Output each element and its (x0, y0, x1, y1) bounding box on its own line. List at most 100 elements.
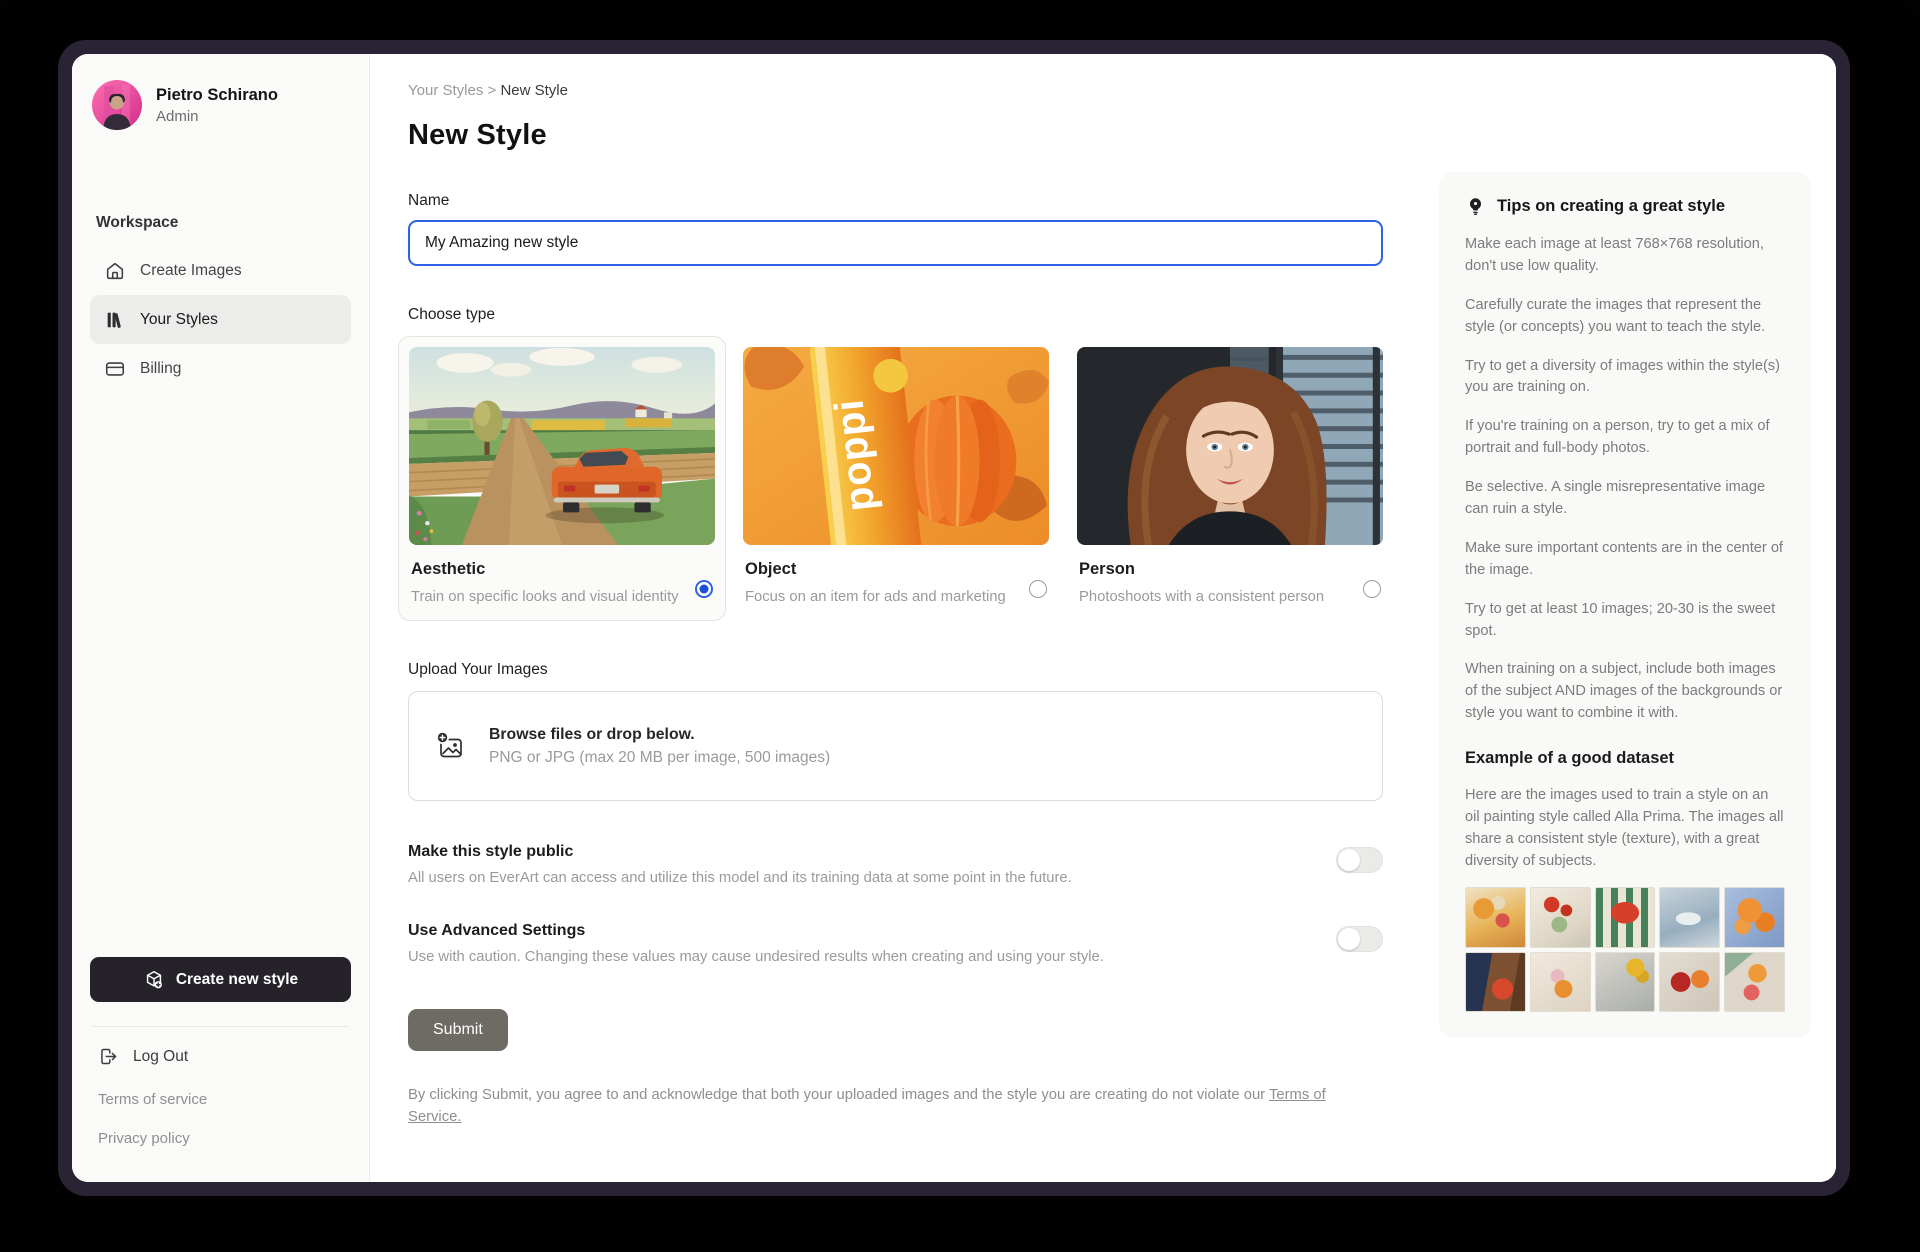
sidebar-spacer (90, 393, 351, 957)
nav-label: Billing (140, 360, 181, 378)
breadcrumb: Your Styles > New Style (408, 82, 1383, 99)
submit-button[interactable]: Submit (408, 1009, 508, 1051)
toggle-knob (1338, 849, 1360, 871)
user-profile[interactable]: Pietro Schirano Admin (90, 80, 351, 130)
example-dataset-text: Here are the images used to train a styl… (1465, 785, 1785, 873)
style-name-input[interactable] (408, 220, 1383, 266)
image-plus-icon (435, 730, 467, 762)
advanced-toggle-row: Use Advanced Settings Use with caution. … (408, 922, 1383, 965)
toggle-knob (1338, 928, 1360, 950)
tip-item: Make each image at least 768×768 resolut… (1465, 234, 1785, 278)
page-title: New Style (408, 119, 1383, 152)
sidebar-item-your-styles[interactable]: Your Styles (90, 295, 351, 344)
person-radio[interactable] (1363, 580, 1381, 598)
sidebar-item-billing[interactable]: Billing (90, 344, 351, 393)
advanced-toggle-switch[interactable] (1336, 926, 1383, 952)
tip-item: Try to get at least 10 images; 20-30 is … (1465, 599, 1785, 643)
desktop-background: Pietro Schirano Admin Workspace Create I… (0, 0, 1920, 1252)
create-new-style-button[interactable]: Create new style (90, 957, 351, 1002)
breadcrumb-current: New Style (500, 82, 568, 99)
public-toggle-row: Make this style public All users on Ever… (408, 843, 1383, 886)
terms-text: By clicking Submit, you agree to and ack… (408, 1087, 1269, 1103)
sidebar-item-create-images[interactable]: Create Images (90, 246, 351, 295)
aesthetic-title: Aesthetic (411, 560, 685, 579)
tip-item: When training on a subject, include both… (1465, 659, 1785, 725)
new-style-form: Your Styles > New Style New Style Name C… (408, 54, 1383, 1182)
logout-icon (98, 1046, 119, 1067)
dataset-thumbnail-persimmon-and-bottle (1465, 952, 1526, 1013)
aesthetic-card-image (409, 347, 715, 545)
type-card-object[interactable]: poppi Object Focus on an item for ads an… (732, 336, 1060, 621)
dataset-thumbnail-sunflowers-and-bottles (1595, 952, 1656, 1013)
app-window: Pietro Schirano Admin Workspace Create I… (58, 40, 1850, 1196)
public-toggle-title: Make this style public (408, 843, 1296, 861)
person-description: Photoshoots with a consistent person (1079, 587, 1353, 607)
tips-header: Tips on creating a great style (1465, 196, 1785, 217)
tip-item: If you're training on a person, try to g… (1465, 416, 1785, 460)
dataset-thumbnail-orange-slices-bowl (1724, 887, 1785, 948)
privacy-policy-link[interactable]: Privacy policy (90, 1119, 351, 1158)
dataset-thumbnail-grid (1465, 887, 1785, 1013)
nav-label: Create Images (140, 262, 242, 280)
terms-of-service-link[interactable]: Terms of service (90, 1080, 351, 1119)
lightbulb-icon (1465, 196, 1486, 217)
advanced-toggle-description: Use with caution. Changing these values … (408, 949, 1296, 965)
tip-item: Try to get a diversity of images within … (1465, 356, 1785, 400)
everart-app: Pietro Schirano Admin Workspace Create I… (72, 54, 1836, 1182)
tip-item: Make sure important contents are in the … (1465, 538, 1785, 582)
credit-card-icon (104, 358, 126, 380)
type-card-person[interactable]: Person Photoshoots with a consistent per… (1066, 336, 1394, 621)
name-label: Name (408, 192, 1383, 210)
public-toggle-description: All users on EverArt can access and util… (408, 870, 1296, 886)
workspace-label: Workspace (96, 214, 351, 232)
object-description: Focus on an item for ads and marketing (745, 587, 1019, 607)
upload-dropzone[interactable]: Browse files or drop below. PNG or JPG (… (408, 691, 1383, 801)
breadcrumb-separator: > (488, 82, 497, 99)
aesthetic-radio[interactable] (695, 580, 713, 598)
main-content: Your Styles > New Style New Style Name C… (370, 54, 1836, 1182)
nav-label: Your Styles (140, 311, 218, 329)
dataset-thumbnail-cocktail-glass (1530, 952, 1591, 1013)
user-name: Pietro Schirano (156, 86, 278, 105)
object-card-image: poppi (743, 347, 1049, 545)
dataset-thumbnail-flowers-in-vase (1465, 887, 1526, 948)
terms-disclaimer: By clicking Submit, you agree to and ack… (408, 1085, 1383, 1128)
dataset-thumbnail-berries-and-citrus (1659, 952, 1720, 1013)
sidebar-divider (92, 1026, 349, 1027)
person-card-body: Person Photoshoots with a consistent per… (1077, 560, 1383, 607)
upload-label: Upload Your Images (408, 661, 1383, 679)
cube-plus-icon (143, 969, 165, 991)
logout-button[interactable]: Log Out (90, 1033, 351, 1080)
aesthetic-card-body: Aesthetic Train on specific looks and vi… (409, 560, 715, 607)
public-toggle-switch[interactable] (1336, 847, 1383, 873)
dataset-thumbnail-glass-teacup (1659, 887, 1720, 948)
library-icon (104, 309, 126, 331)
example-dataset-title: Example of a good dataset (1465, 749, 1785, 768)
tips-panel: Tips on creating a great style Make each… (1439, 172, 1811, 1038)
dataset-thumbnail-red-tulips (1530, 887, 1591, 948)
user-role: Admin (156, 108, 278, 125)
type-card-aesthetic[interactable]: Aesthetic Train on specific looks and vi… (398, 336, 726, 621)
upload-texts: Browse files or drop below. PNG or JPG (… (489, 726, 830, 767)
home-icon (104, 260, 126, 282)
dataset-thumbnail-citrus-on-table (1724, 952, 1785, 1013)
tip-item: Carefully curate the images that represe… (1465, 295, 1785, 339)
object-radio[interactable] (1029, 580, 1047, 598)
object-title: Object (745, 560, 1019, 579)
object-card-body: Object Focus on an item for ads and mark… (743, 560, 1049, 607)
person-card-image (1077, 347, 1383, 545)
create-new-style-label: Create new style (176, 971, 298, 989)
dataset-thumbnail-watermelon-slices (1595, 887, 1656, 948)
tips-title: Tips on creating a great style (1497, 197, 1725, 216)
advanced-toggle-title: Use Advanced Settings (408, 922, 1296, 940)
upload-title: Browse files or drop below. (489, 726, 830, 744)
avatar (92, 80, 142, 130)
breadcrumb-your-styles[interactable]: Your Styles (408, 82, 483, 99)
type-cards: Aesthetic Train on specific looks and vi… (398, 336, 1394, 621)
upload-subtitle: PNG or JPG (max 20 MB per image, 500 ima… (489, 749, 830, 767)
choose-type-label: Choose type (408, 306, 1383, 324)
profile-text: Pietro Schirano Admin (156, 86, 278, 125)
logout-label: Log Out (133, 1048, 188, 1066)
tip-item: Be selective. A single misrepresentative… (1465, 477, 1785, 521)
sidebar: Pietro Schirano Admin Workspace Create I… (72, 54, 370, 1182)
